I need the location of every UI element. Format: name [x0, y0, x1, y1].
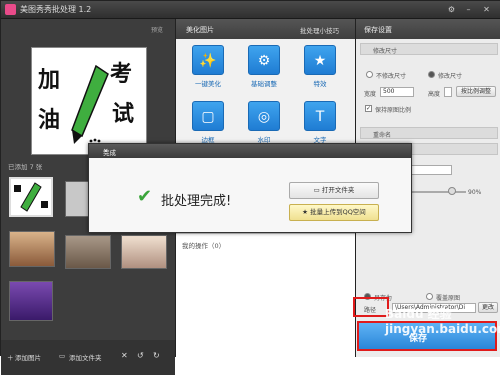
dialog-message: 批处理完成!: [161, 194, 232, 209]
overwrite-label: 覆盖原图: [436, 295, 461, 302]
quality-slider-handle[interactable]: [448, 187, 456, 195]
bottom-toolbar: ＋ 添加图片 ▭ 添加文件夹 ✕ ↺ ↻: [1, 340, 175, 375]
my-operations-panel: 我的操作（0）: [176, 233, 356, 357]
my-operations-label: 我的操作（0）: [182, 242, 226, 250]
thumbnail-image: [14, 182, 48, 212]
rename-section[interactable]: 重命名: [360, 127, 498, 139]
quality-value: 90%: [468, 189, 482, 196]
keep-ratio-checkbox[interactable]: ✓: [365, 105, 372, 112]
format-select[interactable]: [406, 165, 452, 175]
no-resize-radio[interactable]: [366, 71, 373, 78]
overwrite-radio[interactable]: [426, 293, 433, 300]
preview-char: 油: [38, 107, 61, 133]
dialog-title-bar: 完成 ✕: [89, 144, 411, 158]
preview-char: 加: [38, 67, 61, 93]
preview-image: 加 考 油 试: [31, 47, 147, 155]
checkmark-icon: ✔: [137, 186, 153, 207]
no-resize-label: 不修改尺寸: [376, 73, 407, 80]
tool-label: 特效: [313, 80, 327, 88]
thumbnail[interactable]: [9, 177, 53, 217]
tool-basic-adjust[interactable]: ⚙ 基础调整: [244, 45, 284, 89]
resize-section-label: 修改尺寸: [373, 48, 398, 55]
complete-dialog: 完成 ✕ ✔ 批处理完成! ▭ 打开文件夹 ★ 批量上传到QQ空间: [88, 143, 412, 233]
height-input[interactable]: [444, 87, 452, 97]
star-icon: ★: [302, 208, 311, 216]
rename-section-label: 重命名: [373, 132, 392, 139]
upload-qq-button[interactable]: ★ 批量上传到QQ空间: [289, 204, 379, 221]
close-button[interactable]: ✕: [480, 4, 493, 15]
star-wand-icon: ★: [304, 45, 336, 75]
keep-ratio-label: 保持原图比例: [375, 107, 412, 114]
save-settings-header: 保存设置: [356, 19, 500, 39]
tool-frame[interactable]: ▢ 边框: [188, 101, 228, 145]
app-logo-icon: [5, 4, 16, 15]
open-folder-label: 打开文件夹: [321, 186, 355, 194]
text-icon: T: [304, 101, 336, 131]
watermark-icon: ◎: [248, 101, 280, 131]
resize-radio[interactable]: [428, 71, 435, 78]
tool-effects[interactable]: ★ 特效: [300, 45, 340, 89]
settings-icon[interactable]: ⚙: [445, 4, 458, 15]
save-settings-title: 保存设置: [364, 26, 392, 34]
tips-link[interactable]: 批处理小技巧: [300, 25, 339, 35]
app-window: 美图秀秀批处理 1.2 ⚙ – ✕ 预览 加 考 油 试 已添加 7 张 ＋ 添…: [0, 0, 500, 375]
thumbnail[interactable]: [9, 281, 53, 321]
pencil-drawing: [71, 64, 109, 144]
add-image-icon: ＋: [7, 354, 14, 362]
dialog-close-icon[interactable]: ✕: [103, 147, 407, 155]
thumbnail[interactable]: [9, 231, 55, 267]
folder-icon: ▭: [313, 186, 322, 194]
resize-label: 修改尺寸: [438, 73, 463, 80]
tool-label: 一键美化: [195, 80, 221, 88]
folder-icon: ▭: [59, 352, 66, 360]
width-label: 宽度: [364, 91, 377, 98]
preview-label[interactable]: 预览: [151, 25, 163, 34]
tool-one-click-beautify[interactable]: ✨ 一键美化: [188, 45, 228, 89]
app-title: 美图秀秀批处理 1.2: [20, 5, 92, 14]
resize-section[interactable]: 修改尺寸: [360, 43, 498, 55]
width-input[interactable]: 500: [380, 87, 414, 97]
add-folder-button[interactable]: 添加文件夹: [69, 352, 102, 362]
height-label: 高度: [428, 91, 441, 98]
preview-char: 考: [110, 61, 133, 87]
magic-wand-icon: ✨: [192, 45, 224, 75]
tool-watermark[interactable]: ◎ 水印: [244, 101, 284, 145]
path-highlight: [353, 297, 389, 317]
upload-qq-label: 批量上传到QQ空间: [310, 208, 366, 216]
open-folder-button[interactable]: ▭ 打开文件夹: [289, 182, 379, 199]
thumbnail[interactable]: [65, 235, 111, 269]
added-count-label: 已添加 7 张: [8, 163, 43, 171]
baidu-watermark: Baidu 经验 jingyan.baidu.com: [385, 307, 500, 336]
frame-icon: ▢: [192, 101, 224, 131]
tool-text[interactable]: T 文字: [300, 101, 340, 145]
thumbnail[interactable]: [121, 235, 167, 269]
add-image-button[interactable]: 添加图片: [15, 352, 41, 362]
title-bar: 美图秀秀批处理 1.2 ⚙ – ✕: [1, 1, 500, 19]
beautify-title: 美化图片: [186, 26, 214, 34]
preview-char: 试: [112, 101, 135, 127]
minimize-button[interactable]: –: [462, 4, 475, 15]
middle-header: 美化图片 批处理小技巧: [176, 19, 356, 39]
tool-label: 基础调整: [251, 80, 277, 88]
ratio-adjust-button[interactable]: 按比例调整: [456, 86, 496, 97]
sliders-icon: ⚙: [248, 45, 280, 75]
